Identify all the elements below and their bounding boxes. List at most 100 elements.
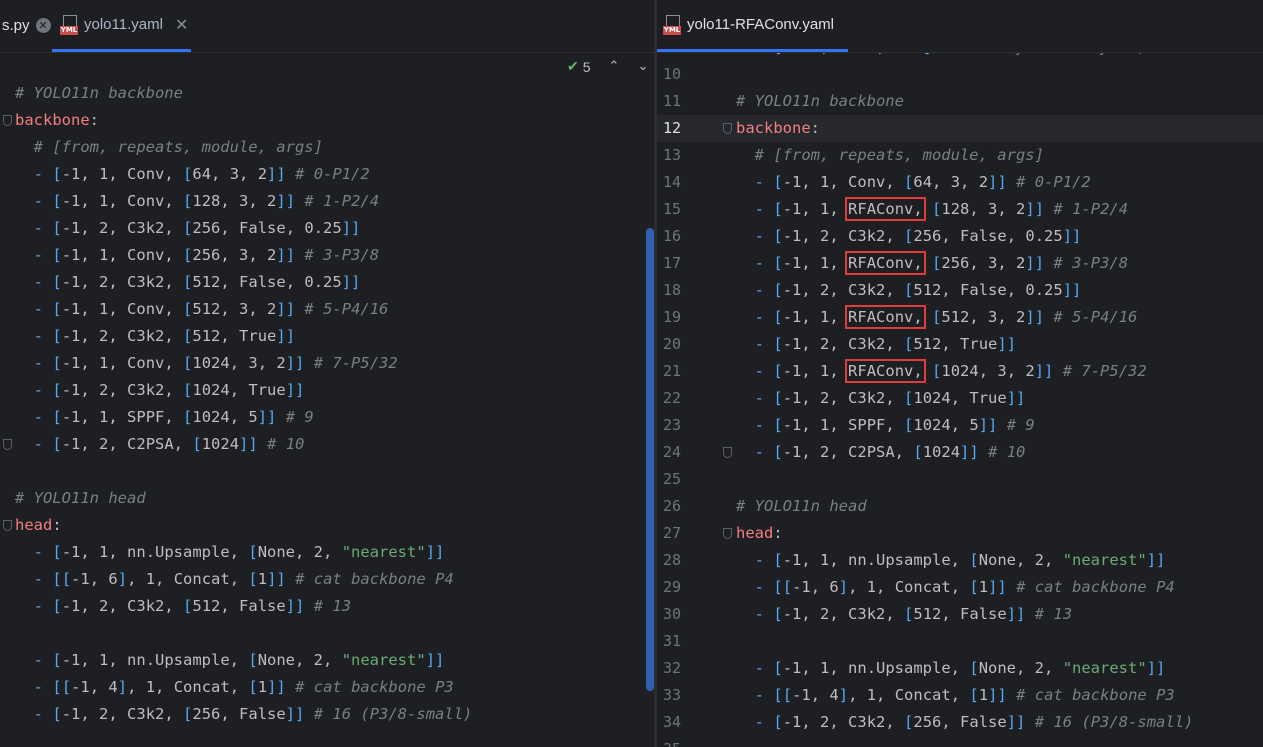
fold-end-icon[interactable] <box>3 439 12 450</box>
code-text: # [from, repeats, module, args] <box>33 138 323 156</box>
close-icon[interactable]: ✕ <box>35 17 51 33</box>
code-line[interactable]: backbone: <box>0 107 654 134</box>
code-line[interactable]: - [[-1, 6], 1, Concat, [1]] # cat backbo… <box>0 566 654 593</box>
code-line[interactable]: # YOLO11n backbone <box>0 80 654 107</box>
code-line[interactable]: 19 - [-1, 1, RFAConv, [512, 3, 2]] # 5-P… <box>657 304 1263 331</box>
code-text: - [[-1, 6], 1, Concat, [1]] # cat backbo… <box>754 578 1175 596</box>
chevron-down-icon[interactable]: ⌄ <box>637 59 648 74</box>
line-number: 28 <box>662 551 681 569</box>
fold-marker-icon[interactable] <box>723 123 732 134</box>
close-icon[interactable]: ✕ <box>175 15 188 34</box>
code-text: - [-1, 2, C3k2, [512, False, 0.25]] <box>754 281 1082 299</box>
tab-label: yolo11-RFAConv.yaml <box>687 16 834 33</box>
code-line[interactable]: - [-1, 1, nn.Upsample, [None, 2, "neares… <box>0 647 654 674</box>
code-line[interactable]: - [-1, 2, C3k2, [256, False, 0.25]] <box>0 215 654 242</box>
code-line[interactable]: 14 - [-1, 1, Conv, [64, 3, 2]] # 0-P1/2 <box>657 169 1263 196</box>
code-line[interactable]: - [[-1, 4], 1, Concat, [1]] # cat backbo… <box>0 674 654 701</box>
code-line[interactable]: - [-1, 2, C3k2, [512, False, 0.25]] <box>0 269 654 296</box>
code-text: - [-1, 1, nn.Upsample, [None, 2, "neares… <box>754 551 1166 569</box>
code-line[interactable] <box>0 458 654 485</box>
code-line[interactable]: 22 - [-1, 2, C3k2, [1024, True]] <box>657 385 1263 412</box>
code-line[interactable]: head: <box>0 512 654 539</box>
line-number: 29 <box>662 578 681 596</box>
line-number: 11 <box>662 92 681 110</box>
fold-marker-icon[interactable] <box>3 115 12 126</box>
code-line[interactable]: - [-1, 2, C2PSA, [1024]] # 10 <box>0 431 654 458</box>
code-line[interactable]: 24 - [-1, 2, C2PSA, [1024]] # 10 <box>657 439 1263 466</box>
code-line[interactable]: 26 # YOLO11n head <box>657 493 1263 520</box>
vertical-scrollbar[interactable] <box>646 228 654 691</box>
code-text: - [-1, 1, nn.Upsample, [None, 2, "neares… <box>33 543 445 561</box>
code-line[interactable]: 17 - [-1, 1, RFAConv, [256, 3, 2]] # 3-P… <box>657 250 1263 277</box>
code-line[interactable]: - [-1, 1, Conv, [512, 3, 2]] # 5-P4/16 <box>0 296 654 323</box>
code-line[interactable]: # [from, repeats, module, args] <box>0 134 654 161</box>
code-line[interactable]: 11 # YOLO11n backbone <box>657 88 1263 115</box>
yaml-key: head <box>15 516 53 534</box>
code-text: - [-1, 2, C3k2, [256, False]] # 16 (P3/8… <box>754 713 1194 731</box>
code-line[interactable]: 25 <box>657 466 1263 493</box>
code-text: - [[-1, 4], 1, Concat, [1]] # cat backbo… <box>754 686 1175 704</box>
code-text: head: <box>736 524 783 542</box>
code-line[interactable]: 23 - [-1, 1, SPPF, [1024, 5]] # 9 <box>657 412 1263 439</box>
code-text: - [-1, 2, C3k2, [1024, True]] <box>33 381 305 399</box>
code-line[interactable]: - [-1, 1, nn.Upsample, [None, 2, "neares… <box>0 539 654 566</box>
yml-file-icon: YML <box>59 14 79 35</box>
rfaconv-highlight-box: RFAConv, <box>845 197 926 221</box>
code-line[interactable]: - [-1, 2, C3k2, [256, False]] # 16 (P3/8… <box>0 701 654 728</box>
inspection-widget[interactable]: ✔ 5 ⌃ ⌄ <box>567 58 648 75</box>
code-line[interactable]: - [-1, 1, Conv, [1024, 3, 2]] # 7-P5/32 <box>0 350 654 377</box>
code-text: - [-1, 2, C3k2, [512, False]] # 13 <box>33 597 352 615</box>
code-text: - [[-1, 4], 1, Concat, [1]] # cat backbo… <box>33 678 454 696</box>
code-line[interactable]: 16 - [-1, 2, C3k2, [256, False, 0.25]] <box>657 223 1263 250</box>
chevron-up-icon[interactable]: ⌃ <box>609 59 620 74</box>
code-line[interactable]: 35 <box>657 736 1263 747</box>
code-text: - [-1, 2, C3k2, [512, False, 0.25]] <box>33 273 361 291</box>
code-line[interactable]: 28 - [-1, 1, nn.Upsample, [None, 2, "nea… <box>657 547 1263 574</box>
tab-s-py[interactable]: s.py ✕ <box>0 0 54 50</box>
code-text: - [-1, 2, C3k2, [512, False]] # 13 <box>754 605 1073 623</box>
code-text: - [-1, 1, RFAConv, [1024, 3, 2]] # 7-P5/… <box>754 359 1147 383</box>
code-line[interactable]: - [-1, 1, SPPF, [1024, 5]] # 9 <box>0 404 654 431</box>
code-text: - [-1, 1, Conv, [64, 3, 2]] # 0-P1/2 <box>33 165 370 183</box>
code-line[interactable]: 32 - [-1, 1, nn.Upsample, [None, 2, "nea… <box>657 655 1263 682</box>
code-line[interactable]: 15 - [-1, 1, RFAConv, [128, 3, 2]] # 1-P… <box>657 196 1263 223</box>
tab-yolo11-rfaconv-yaml[interactable]: YML yolo11-RFAConv.yaml <box>657 0 848 52</box>
code-text: - [-1, 2, C3k2, [256, False]] # 16 (P3/8… <box>33 705 473 723</box>
line-number: 13 <box>662 146 681 164</box>
code-line[interactable]: - [-1, 2, C3k2, [512, True]] <box>0 323 654 350</box>
code-text: - [-1, 1, SPPF, [1024, 5]] # 9 <box>754 416 1035 434</box>
tab-label: yolo11.yaml <box>84 16 163 33</box>
tab-yolo11-yaml[interactable]: YML yolo11.yaml ✕ <box>52 0 191 52</box>
code-line[interactable]: 27 head: <box>657 520 1263 547</box>
code-line[interactable]: 33 - [[-1, 4], 1, Concat, [1]] # cat bac… <box>657 682 1263 709</box>
code-text: # YOLO11n backbone <box>15 84 183 102</box>
fold-marker-icon[interactable] <box>723 528 732 539</box>
code-line[interactable]: 20 - [-1, 2, C3k2, [512, True]] <box>657 331 1263 358</box>
code-line[interactable]: - [-1, 2, C3k2, [512, False]] # 13 <box>0 593 654 620</box>
code-line[interactable]: 21 - [-1, 1, RFAConv, [1024, 3, 2]] # 7-… <box>657 358 1263 385</box>
code-line[interactable] <box>0 620 654 647</box>
code-line[interactable]: - [-1, 1, Conv, [128, 3, 2]] # 1-P2/4 <box>0 188 654 215</box>
code-text: - [-1, 1, Conv, [512, 3, 2]] # 5-P4/16 <box>33 300 389 318</box>
code-text: - [-1, 1, RFAConv, [512, 3, 2]] # 5-P4/1… <box>754 305 1138 329</box>
code-line[interactable]: - [-1, 1, Conv, [256, 3, 2]] # 3-P3/8 <box>0 242 654 269</box>
line-number: 35 <box>657 736 681 747</box>
code-line[interactable]: 12 backbone: <box>657 115 1263 142</box>
line-number: 18 <box>662 281 681 299</box>
code-line[interactable]: 34 - [-1, 2, C3k2, [256, False]] # 16 (P… <box>657 709 1263 736</box>
line-number: 20 <box>662 335 681 353</box>
code-line[interactable]: 30 - [-1, 2, C3k2, [512, False]] # 13 <box>657 601 1263 628</box>
code-line[interactable]: 10 <box>657 61 1263 88</box>
line-number: 26 <box>662 497 681 515</box>
fold-end-icon[interactable] <box>723 447 732 458</box>
code-line[interactable]: - [-1, 1, Conv, [64, 3, 2]] # 0-P1/2 <box>0 161 654 188</box>
code-line[interactable]: 18 - [-1, 2, C3k2, [512, False, 0.25]] <box>657 277 1263 304</box>
code-line[interactable]: - [-1, 2, C3k2, [1024, True]] <box>0 377 654 404</box>
fold-marker-icon[interactable] <box>3 520 12 531</box>
code-line[interactable]: 31 <box>657 628 1263 655</box>
code-text: - [-1, 1, SPPF, [1024, 5]] # 9 <box>33 408 314 426</box>
code-line[interactable]: 13 # [from, repeats, module, args] <box>657 142 1263 169</box>
line-number: 10 <box>662 65 681 83</box>
code-line[interactable]: 29 - [[-1, 6], 1, Concat, [1]] # cat bac… <box>657 574 1263 601</box>
code-line[interactable]: # YOLO11n head <box>0 485 654 512</box>
